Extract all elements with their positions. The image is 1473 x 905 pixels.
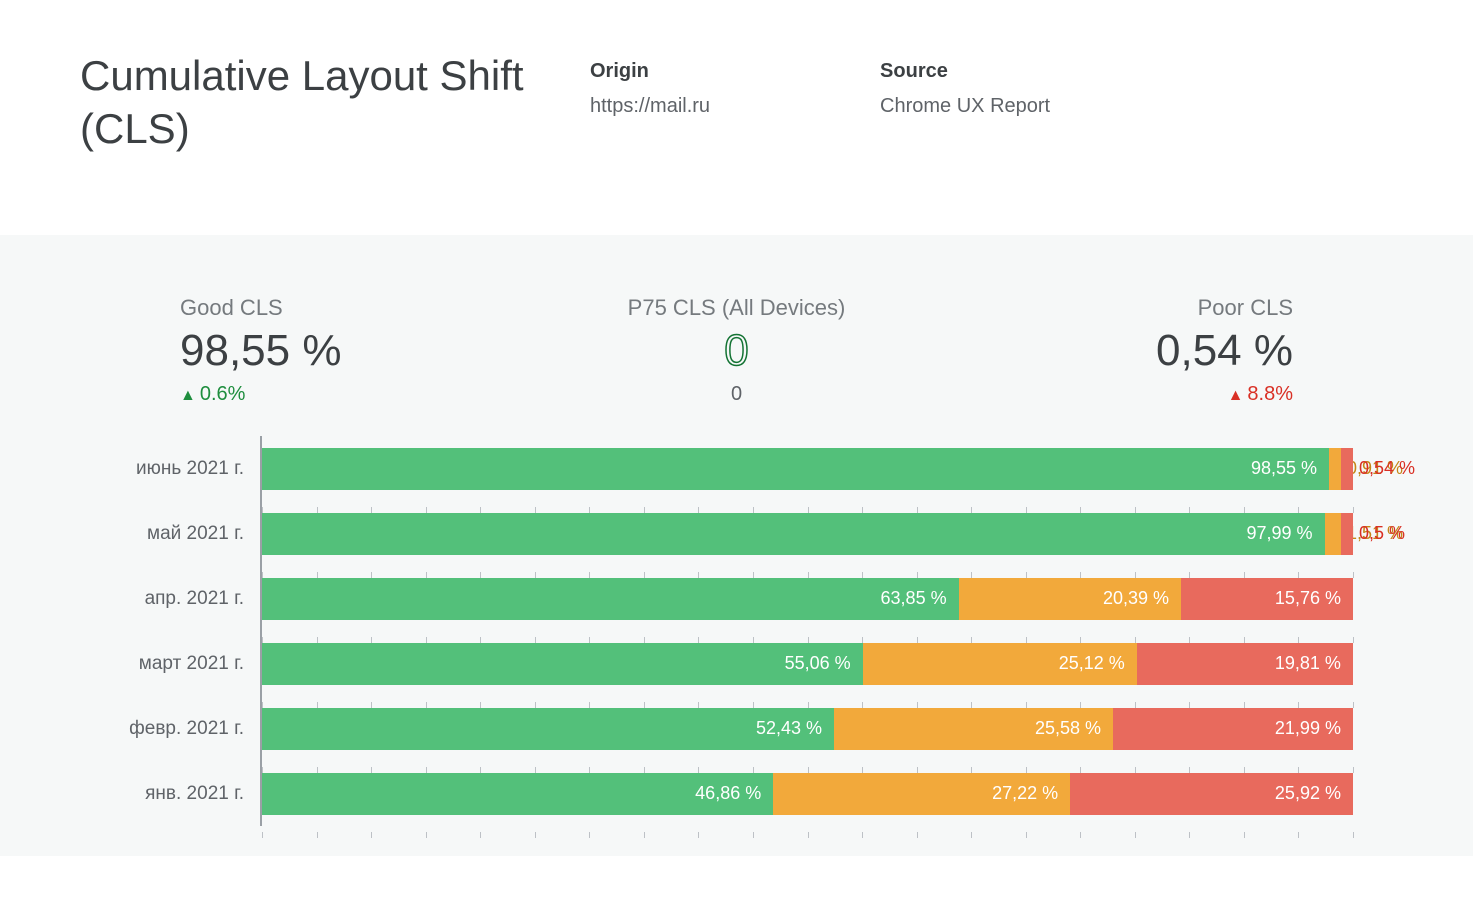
origin-block: Origin https://mail.ru xyxy=(590,60,710,118)
bar-segment-good: 55,06 % xyxy=(262,643,863,685)
bar-segment-poor: 19,81 % xyxy=(1137,643,1353,685)
bar-segment-good: 46,86 % xyxy=(262,773,773,815)
bar-segment-good: 52,43 % xyxy=(262,708,834,750)
arrow-up-icon: ▲ xyxy=(180,387,196,404)
metric-delta: ▲0.6% xyxy=(180,383,551,406)
header-meta: Origin https://mail.ru Source Chrome UX … xyxy=(590,50,1393,118)
bar-track: 97,99 % 1,51 %0,5 % xyxy=(262,501,1353,566)
bar-segment-label: 21,99 % xyxy=(1275,718,1341,739)
metric-delta-value: 8.8% xyxy=(1247,383,1293,405)
bar-segment-label: 0,5 % xyxy=(1359,523,1405,544)
bar-segment-label: 97,99 % xyxy=(1247,523,1313,544)
metric-label: Poor CLS xyxy=(922,295,1293,321)
bar-segment-label: 63,85 % xyxy=(881,588,947,609)
stacked-bar: 63,85 % 20,39 % 15,76 % xyxy=(262,578,1353,620)
bar-track: 52,43 % 25,58 % 21,99 % xyxy=(262,696,1353,761)
bar-segment-good: 97,99 % xyxy=(262,513,1325,555)
metric-label: P75 CLS (All Devices) xyxy=(551,295,922,321)
metric-value: 0,54 % xyxy=(922,327,1293,375)
source-value: Chrome UX Report xyxy=(880,95,1050,118)
chart-plot-area: июнь 2021 г.98,55 %0,91 %0,54 %май 2021 … xyxy=(260,436,1353,826)
metric-delta-value: 0 xyxy=(731,383,742,405)
bar-segment-label: 0,54 % xyxy=(1359,458,1415,479)
cls-distribution-chart: июнь 2021 г. 98,55 % 0,91 %0,54 % май 2021 … xyxy=(80,436,1393,826)
bar-segment-label: 52,43 % xyxy=(756,718,822,739)
bar-segment-ni: 25,12 % xyxy=(863,643,1137,685)
bar-segment-ni: 0,91 % xyxy=(1329,448,1341,490)
bar-segment-label: 25,58 % xyxy=(1035,718,1101,739)
metric-poor-cls: Poor CLS 0,54 % ▲8.8% xyxy=(922,295,1293,406)
category-label: май 2021 г. xyxy=(82,523,262,545)
source-block: Source Chrome UX Report xyxy=(880,60,1050,118)
report-header: Cumulative Layout Shift (CLS) Origin htt… xyxy=(0,0,1473,235)
metric-p75-cls: P75 CLS (All Devices) 0 0 xyxy=(551,295,922,406)
bar-track: 63,85 % 20,39 % 15,76 % xyxy=(262,566,1353,631)
category-label: янв. 2021 г. xyxy=(82,783,262,805)
category-label: февр. 2021 г. xyxy=(82,718,262,740)
stacked-bar: 46,86 % 27,22 % 25,92 % xyxy=(262,773,1353,815)
source-label: Source xyxy=(880,60,1050,83)
summary-metrics: Good CLS 98,55 % ▲0.6% P75 CLS (All Devi… xyxy=(80,295,1393,436)
bar-segment-poor: 25,92 % xyxy=(1070,773,1353,815)
bar-segment-label: 27,22 % xyxy=(992,783,1058,804)
metric-delta-value: 0.6% xyxy=(200,383,246,405)
category-label: апр. 2021 г. xyxy=(82,588,262,610)
chart-row: янв. 2021 г.46,86 %27,22 %25,92 % xyxy=(262,761,1353,826)
bar-segment-poor: 0,54 % xyxy=(1341,448,1353,490)
bar-segment-label: 55,06 % xyxy=(785,653,851,674)
stacked-bar: 98,55 % 0,91 %0,54 % xyxy=(262,448,1353,490)
bar-segment-label: 98,55 % xyxy=(1251,458,1317,479)
chart-row: апр. 2021 г.63,85 %20,39 %15,76 % xyxy=(262,566,1353,631)
bar-segment-poor: 21,99 % xyxy=(1113,708,1353,750)
metric-value: 0 xyxy=(551,327,922,375)
bar-segment-label: 15,76 % xyxy=(1275,588,1341,609)
bar-segment-good: 98,55 % xyxy=(262,448,1329,490)
stacked-bar: 97,99 % 1,51 %0,5 % xyxy=(262,513,1353,555)
origin-value: https://mail.ru xyxy=(590,95,710,118)
bar-segment-good: 63,85 % xyxy=(262,578,959,620)
metric-value: 98,55 % xyxy=(180,327,551,375)
category-label: март 2021 г. xyxy=(82,653,262,675)
bar-segment-label: 20,39 % xyxy=(1103,588,1169,609)
bar-segment-ni: 25,58 % xyxy=(834,708,1113,750)
category-label: июнь 2021 г. xyxy=(82,458,262,480)
arrow-up-icon: ▲ xyxy=(1228,387,1244,404)
metric-delta: 0 xyxy=(551,383,922,406)
bar-segment-label: 25,92 % xyxy=(1275,783,1341,804)
bar-segment-ni: 27,22 % xyxy=(773,773,1070,815)
bar-segment-poor: 0,5 % xyxy=(1341,513,1353,555)
bar-track: 46,86 % 27,22 % 25,92 % xyxy=(262,761,1353,826)
stacked-bar: 55,06 % 25,12 % 19,81 % xyxy=(262,643,1353,685)
axis-ticks xyxy=(262,832,1353,838)
chart-row: июнь 2021 г.98,55 %0,91 %0,54 % xyxy=(262,436,1353,501)
bar-segment-poor: 15,76 % xyxy=(1181,578,1353,620)
metric-good-cls: Good CLS 98,55 % ▲0.6% xyxy=(180,295,551,406)
metrics-and-chart: Good CLS 98,55 % ▲0.6% P75 CLS (All Devi… xyxy=(0,235,1473,856)
origin-label: Origin xyxy=(590,60,710,83)
bar-segment-ni: 20,39 % xyxy=(959,578,1181,620)
metric-delta: ▲8.8% xyxy=(922,383,1293,406)
bar-segment-label: 46,86 % xyxy=(695,783,761,804)
bar-track: 55,06 % 25,12 % 19,81 % xyxy=(262,631,1353,696)
page-title: Cumulative Layout Shift (CLS) xyxy=(80,50,590,155)
bar-segment-label: 25,12 % xyxy=(1059,653,1125,674)
chart-row: февр. 2021 г.52,43 %25,58 %21,99 % xyxy=(262,696,1353,761)
bar-track: 98,55 % 0,91 %0,54 % xyxy=(262,436,1353,501)
chart-row: март 2021 г.55,06 %25,12 %19,81 % xyxy=(262,631,1353,696)
stacked-bar: 52,43 % 25,58 % 21,99 % xyxy=(262,708,1353,750)
bar-segment-ni: 1,51 % xyxy=(1325,513,1341,555)
metric-label: Good CLS xyxy=(180,295,551,321)
bar-segment-label: 19,81 % xyxy=(1275,653,1341,674)
chart-row: май 2021 г.97,99 %1,51 %0,5 % xyxy=(262,501,1353,566)
